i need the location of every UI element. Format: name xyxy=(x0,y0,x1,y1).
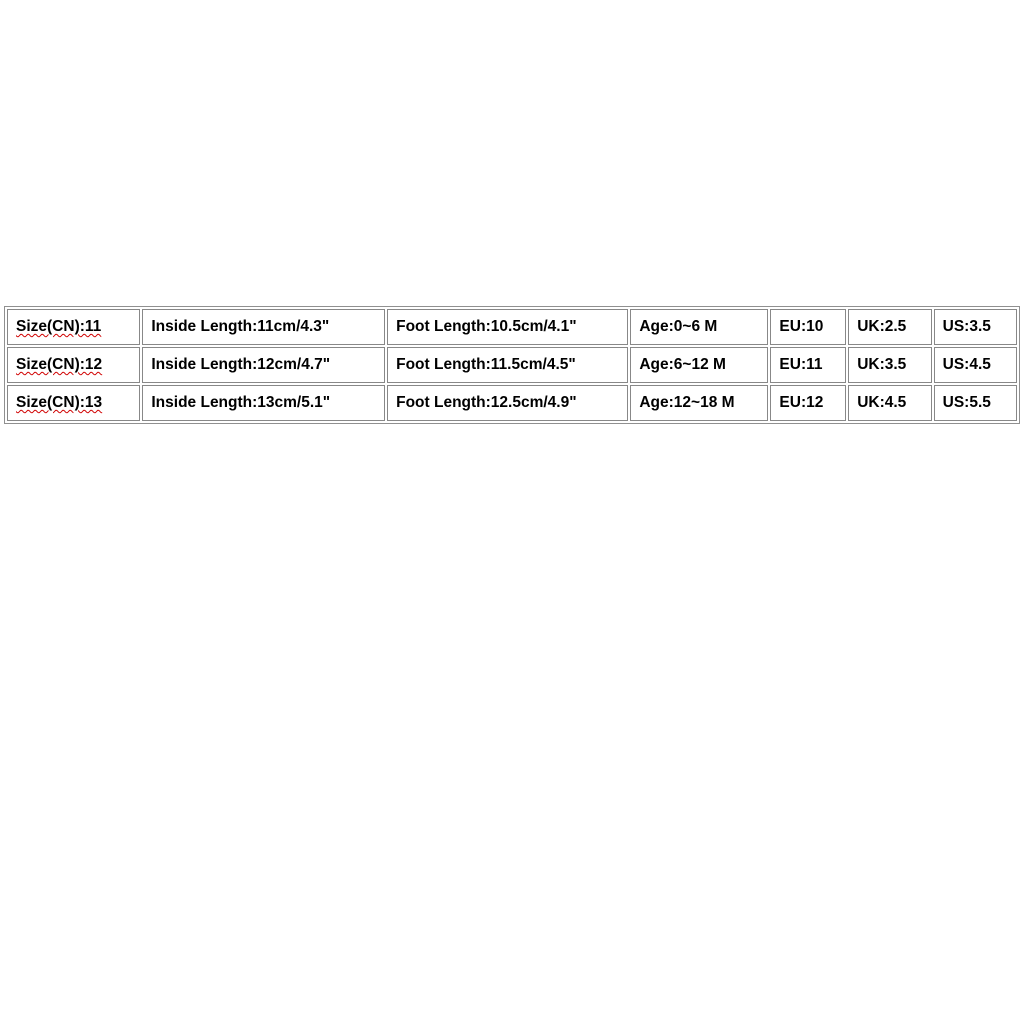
cell-size-cn-text: Size(CN):11 xyxy=(16,318,101,335)
cell-uk: UK:2.5 xyxy=(848,309,931,345)
cell-foot-length: Foot Length:12.5cm/4.9" xyxy=(387,385,628,421)
cell-eu: EU:12 xyxy=(770,385,846,421)
cell-size-cn-text: Size(CN):13 xyxy=(16,394,102,411)
cell-age: Age:6~12 M xyxy=(630,347,768,383)
size-chart-table: Size(CN):11 Inside Length:11cm/4.3" Foot… xyxy=(4,306,1020,424)
table-row: Size(CN):11 Inside Length:11cm/4.3" Foot… xyxy=(7,309,1017,345)
cell-inside-length: Inside Length:13cm/5.1" xyxy=(142,385,385,421)
cell-inside-length: Inside Length:12cm/4.7" xyxy=(142,347,385,383)
cell-us: US:4.5 xyxy=(934,347,1017,383)
cell-us: US:3.5 xyxy=(934,309,1017,345)
cell-size-cn: Size(CN):13 xyxy=(7,385,140,421)
cell-size-cn: Size(CN):12 xyxy=(7,347,140,383)
table-row: Size(CN):12 Inside Length:12cm/4.7" Foot… xyxy=(7,347,1017,383)
cell-uk: UK:4.5 xyxy=(848,385,931,421)
cell-foot-length: Foot Length:10.5cm/4.1" xyxy=(387,309,628,345)
cell-foot-length: Foot Length:11.5cm/4.5" xyxy=(387,347,628,383)
cell-size-cn: Size(CN):11 xyxy=(7,309,140,345)
cell-age: Age:12~18 M xyxy=(630,385,768,421)
cell-eu: EU:11 xyxy=(770,347,846,383)
cell-uk: UK:3.5 xyxy=(848,347,931,383)
table-row: Size(CN):13 Inside Length:13cm/5.1" Foot… xyxy=(7,385,1017,421)
cell-us: US:5.5 xyxy=(934,385,1017,421)
cell-age: Age:0~6 M xyxy=(630,309,768,345)
cell-inside-length: Inside Length:11cm/4.3" xyxy=(142,309,385,345)
cell-eu: EU:10 xyxy=(770,309,846,345)
cell-size-cn-text: Size(CN):12 xyxy=(16,356,102,373)
page-canvas: Size(CN):11 Inside Length:11cm/4.3" Foot… xyxy=(0,0,1024,1024)
